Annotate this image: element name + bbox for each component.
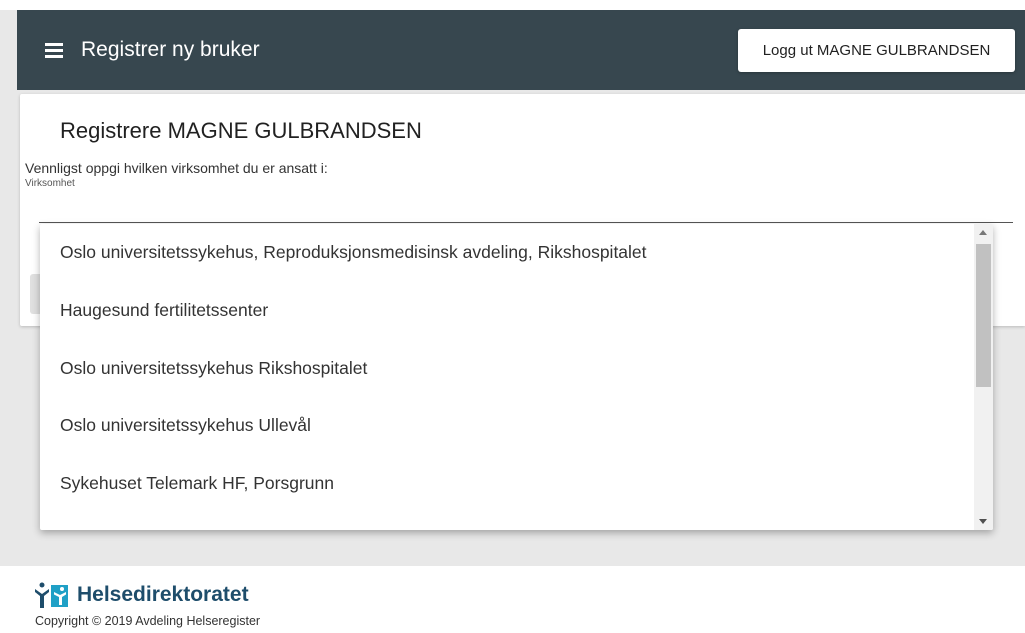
intro-text: Vennligst oppgi hvilken virksomhet du er… — [25, 160, 328, 176]
card-title: Registrere MAGNE GULBRANDSEN — [60, 118, 422, 143]
dropdown-option[interactable]: Haugesund fertilitetssenter — [60, 300, 268, 321]
dropdown-option[interactable]: Oslo universitetssykehus, Reproduksjonsm… — [60, 242, 647, 263]
dropdown-option[interactable]: Oslo universitetssykehus Ullevål — [60, 415, 311, 436]
virksomhet-dropdown-menu[interactable]: Oslo universitetssykehus, Reproduksjonsm… — [40, 224, 993, 530]
scroll-up-arrow-icon[interactable] — [979, 230, 987, 235]
dropdown-scrollbar[interactable] — [974, 224, 993, 530]
page-title: Registrer ny bruker — [81, 38, 260, 61]
scroll-down-arrow-icon[interactable] — [979, 519, 987, 524]
app-bar: Registrer ny bruker Logg ut MAGNE GULBRA… — [17, 10, 1025, 90]
helsedirektoratet-logo-icon — [35, 582, 68, 608]
logo-text: Helsedirektoratet — [77, 583, 249, 606]
logout-button[interactable]: Logg ut MAGNE GULBRANDSEN — [738, 29, 1015, 72]
virksomhet-field-label: Virksomhet — [25, 178, 75, 189]
hamburger-menu-icon[interactable] — [43, 38, 67, 62]
scrollbar-thumb[interactable] — [976, 244, 991, 387]
top-strip — [0, 0, 1025, 10]
footer: Helsedirektoratet Copyright © 2019 Avdel… — [0, 566, 1025, 633]
dropdown-option[interactable]: Oslo universitetssykehus Rikshospitalet — [60, 358, 367, 379]
copyright-text: Copyright © 2019 Avdeling Helseregister — [35, 614, 261, 628]
helsedirektoratet-logo: Helsedirektoratet — [33, 581, 249, 609]
virksomhet-select-underline[interactable] — [39, 222, 1013, 223]
dropdown-option[interactable]: Sykehuset Telemark HF, Porsgrunn — [60, 473, 334, 494]
